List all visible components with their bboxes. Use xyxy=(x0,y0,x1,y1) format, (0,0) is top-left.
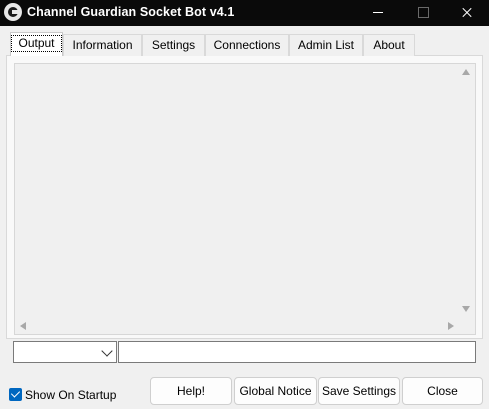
tab-admin-list-label: Admin List xyxy=(297,38,355,52)
tab-settings[interactable]: Settings xyxy=(142,34,205,56)
horizontal-scrollbar[interactable] xyxy=(15,317,459,334)
tab-information[interactable]: Information xyxy=(63,34,142,56)
tab-about-label: About xyxy=(373,38,405,52)
global-notice-button[interactable]: Global Notice xyxy=(234,377,317,405)
tab-connections-label: Connections xyxy=(213,38,281,52)
scroll-down-icon[interactable] xyxy=(462,306,470,312)
tab-connections[interactable]: Connections xyxy=(205,34,289,56)
maximize-button[interactable] xyxy=(400,0,446,26)
app-icon xyxy=(4,3,22,21)
scroll-left-icon[interactable] xyxy=(20,322,26,330)
tab-admin-list[interactable]: Admin List xyxy=(289,34,363,56)
window-close-button[interactable] xyxy=(445,0,489,26)
show-on-startup-checkbox[interactable] xyxy=(9,388,22,401)
tab-information-label: Information xyxy=(72,38,133,52)
help-button[interactable]: Help! xyxy=(150,377,232,405)
scroll-up-icon[interactable] xyxy=(462,69,470,75)
save-settings-button[interactable]: Save Settings xyxy=(318,377,400,405)
command-input[interactable] xyxy=(118,341,476,363)
vertical-scrollbar[interactable] xyxy=(458,64,475,318)
close-button[interactable]: Close xyxy=(402,377,483,405)
tab-about[interactable]: About xyxy=(363,34,415,56)
command-target-dropdown[interactable] xyxy=(13,341,117,363)
scrollbar-corner xyxy=(458,317,475,334)
output-text xyxy=(19,66,455,314)
tab-settings-label: Settings xyxy=(151,38,196,52)
tab-output-label: Output xyxy=(11,35,62,52)
show-on-startup-label[interactable]: Show On Startup xyxy=(25,388,116,402)
window-title: Channel Guardian Socket Bot v4.1 xyxy=(27,5,235,19)
tab-output[interactable]: Output xyxy=(10,32,63,56)
minimize-button[interactable] xyxy=(355,0,401,26)
scroll-right-icon[interactable] xyxy=(448,322,454,330)
output-textarea[interactable] xyxy=(14,63,476,335)
title-bar[interactable]: Channel Guardian Socket Bot v4.1 xyxy=(0,0,489,26)
chevron-down-icon[interactable] xyxy=(101,345,113,357)
